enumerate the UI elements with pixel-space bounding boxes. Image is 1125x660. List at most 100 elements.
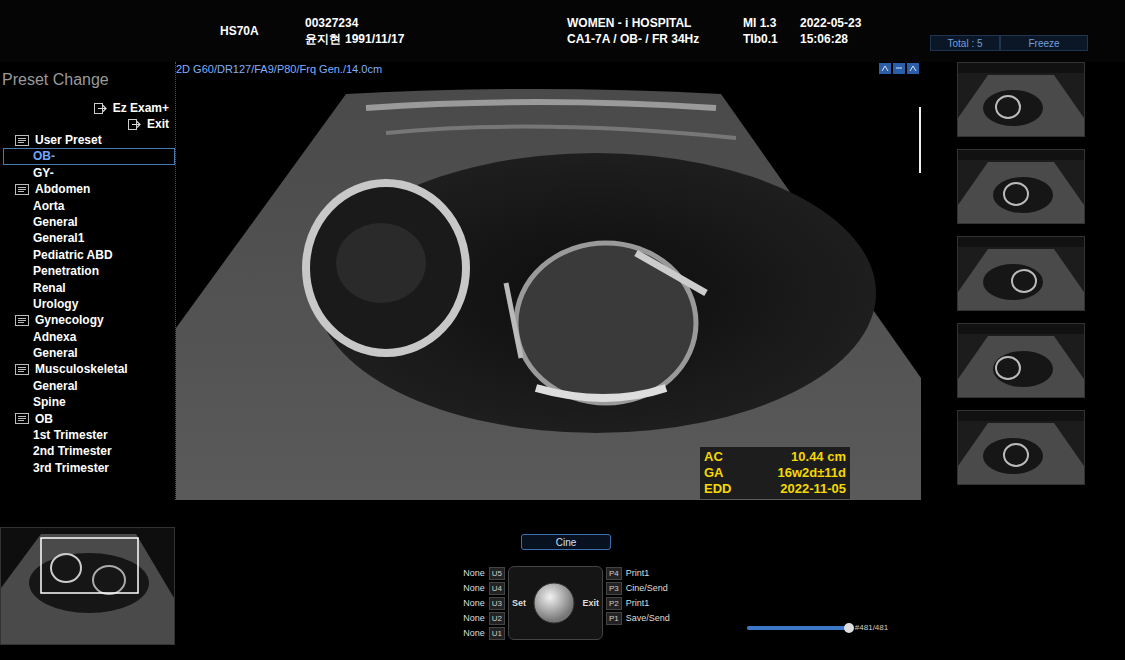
birthdate: 1991/11/17 <box>345 31 404 47</box>
action-label[interactable]: Exit <box>147 116 169 132</box>
preset-group[interactable]: Musculoskeletal <box>0 361 175 377</box>
preset-list: User PresetOB-GY-AbdomenAortaGeneralGene… <box>0 132 175 476</box>
measurement-value: 10.44 cm <box>742 449 846 465</box>
preset-label[interactable]: Pediatric ABD <box>33 247 113 263</box>
index-block: MI 1.3TIb0.1 <box>743 15 800 47</box>
thumbnail[interactable] <box>957 149 1085 224</box>
preset-item[interactable]: 2nd Trimester <box>0 443 175 459</box>
preset-item[interactable]: Adnexa <box>0 329 175 345</box>
model-block: HS70A <box>220 23 305 39</box>
preset-label[interactable]: 3rd Trimester <box>33 460 109 476</box>
preset-item[interactable]: General <box>0 214 175 230</box>
preset-label[interactable]: General1 <box>33 230 84 246</box>
print-key[interactable]: P1 Save/Send <box>606 611 670 626</box>
preset-label[interactable]: 2nd Trimester <box>33 443 112 459</box>
preset-label[interactable]: GY- <box>33 165 54 181</box>
panel-action[interactable]: Exit <box>0 116 175 132</box>
preset-item[interactable]: 1st Trimester <box>0 427 175 443</box>
measurement-label: GA <box>704 465 742 481</box>
preset-group[interactable]: OB <box>0 411 175 427</box>
key-controls: NoneU5NoneU4NoneU3NoneU2NoneU1 Set Exit P4P… <box>457 566 670 641</box>
overview-thumbnail <box>0 527 175 645</box>
control-bar: Cine NoneU5NoneU4NoneU3NoneU2NoneU1 Set Exi… <box>0 500 1125 660</box>
preset-label[interactable]: OB- <box>33 148 55 164</box>
preset-label[interactable]: Spine <box>33 394 66 410</box>
key-badge: P2 <box>606 597 622 610</box>
user-key[interactable]: NoneU5 <box>457 566 505 581</box>
preset-panel: Preset ChangeEz Exam+ExitUser PresetOB-G… <box>0 62 176 500</box>
preset-group[interactable]: Abdomen <box>0 181 175 197</box>
slider-knob[interactable] <box>844 623 854 633</box>
preset-label[interactable]: Gynecology <box>35 312 104 328</box>
date-label: 2022-05-23 <box>800 15 930 31</box>
tib-value: TIb0.1 <box>743 31 800 47</box>
preset-label[interactable]: OB <box>35 411 53 427</box>
preset-group[interactable]: Gynecology <box>0 312 175 328</box>
preset-item[interactable]: Aorta <box>0 198 175 214</box>
measurement-value: 16w2d±11d <box>742 465 846 481</box>
user-key[interactable]: NoneU1 <box>457 626 505 641</box>
cine-button[interactable]: Cine <box>521 534 611 550</box>
preset-item[interactable]: GY- <box>0 165 175 181</box>
preset-label[interactable]: Aorta <box>33 198 64 214</box>
action-label[interactable]: Ez Exam+ <box>113 100 169 116</box>
preset-label[interactable]: General <box>33 345 78 361</box>
print-key[interactable]: P2Print1 <box>606 596 670 611</box>
preset-item[interactable]: Penetration <box>0 263 175 279</box>
preset-item[interactable]: 3rd Trimester <box>0 460 175 476</box>
key-label: Cine/Send <box>626 581 668 596</box>
list-icon <box>15 135 29 146</box>
thumbnail[interactable] <box>957 410 1085 485</box>
params-bar: 2D G60/DR127/FA9/P80/Frq Gen./14.0cm <box>176 62 921 78</box>
user-key[interactable]: NoneU4 <box>457 581 505 596</box>
user-key[interactable]: NoneU2 <box>457 611 505 626</box>
user-key[interactable]: NoneU3 <box>457 596 505 611</box>
measurement-label: AC <box>704 449 742 465</box>
hospital-name: WOMEN - i HOSPITAL <box>567 15 743 31</box>
exit-button[interactable]: Exit <box>582 598 599 608</box>
preset-item[interactable]: Urology <box>0 296 175 312</box>
slider-track[interactable] <box>747 626 849 630</box>
key-label: Save/Send <box>626 611 670 626</box>
preset-label[interactable]: Renal <box>33 280 66 296</box>
trackball[interactable]: Set Exit <box>508 566 603 640</box>
preset-label[interactable]: User Preset <box>35 132 102 148</box>
key-badge: P3 <box>606 582 622 595</box>
measurement-label: EDD <box>704 481 742 497</box>
preset-label[interactable]: 1st Trimester <box>33 427 108 443</box>
key-label: Print1 <box>626 566 650 581</box>
cine-slider: #481/481 <box>747 623 888 632</box>
preset-item[interactable]: OB- <box>3 148 175 164</box>
preset-item[interactable]: Renal <box>0 280 175 296</box>
preset-item[interactable]: Pediatric ABD <box>0 247 175 263</box>
thumbnail[interactable] <box>957 236 1085 311</box>
panel-action[interactable]: Ez Exam+ <box>0 100 175 116</box>
patient-id: 00327234 <box>305 15 567 31</box>
preset-item[interactable]: General1 <box>0 230 175 246</box>
patient-block: 00327234윤지현1991/11/17 <box>305 15 567 47</box>
preset-label[interactable]: General <box>33 378 78 394</box>
preset-item[interactable]: General <box>0 378 175 394</box>
print-key[interactable]: P3 Cine/Send <box>606 581 670 596</box>
preset-label[interactable]: General <box>33 214 78 230</box>
preset-label[interactable]: Musculoskeletal <box>35 361 128 377</box>
print-key[interactable]: P4Print1 <box>606 566 670 581</box>
preset-label[interactable]: Adnexa <box>33 329 76 345</box>
thumbnail[interactable] <box>957 62 1085 137</box>
preset-label[interactable]: Urology <box>33 296 78 312</box>
preset-group[interactable]: User Preset <box>0 132 175 148</box>
preset-item[interactable]: Spine <box>0 394 175 410</box>
ultrasound-image: AC10.44 cmGA16w2d±11dEDD2022-11-05 <box>176 78 921 500</box>
preset-label[interactable]: Abdomen <box>35 181 90 197</box>
thumbnail[interactable] <box>957 323 1085 398</box>
ultrasound-scan <box>176 78 921 500</box>
print-keys: P4Print1P3Cine/SendP2Print1P1Save/Send <box>606 566 670 641</box>
key-badge: P1 <box>606 612 622 625</box>
set-button[interactable]: Set <box>512 598 526 608</box>
model-label: HS70A <box>220 23 305 39</box>
key-badge: U1 <box>489 627 505 640</box>
preset-item[interactable]: General <box>0 345 175 361</box>
user-keys: NoneU5NoneU4NoneU3NoneU2NoneU1 <box>457 566 505 641</box>
freeze-button[interactable]: Freeze <box>1000 35 1088 51</box>
preset-label[interactable]: Penetration <box>33 263 99 279</box>
